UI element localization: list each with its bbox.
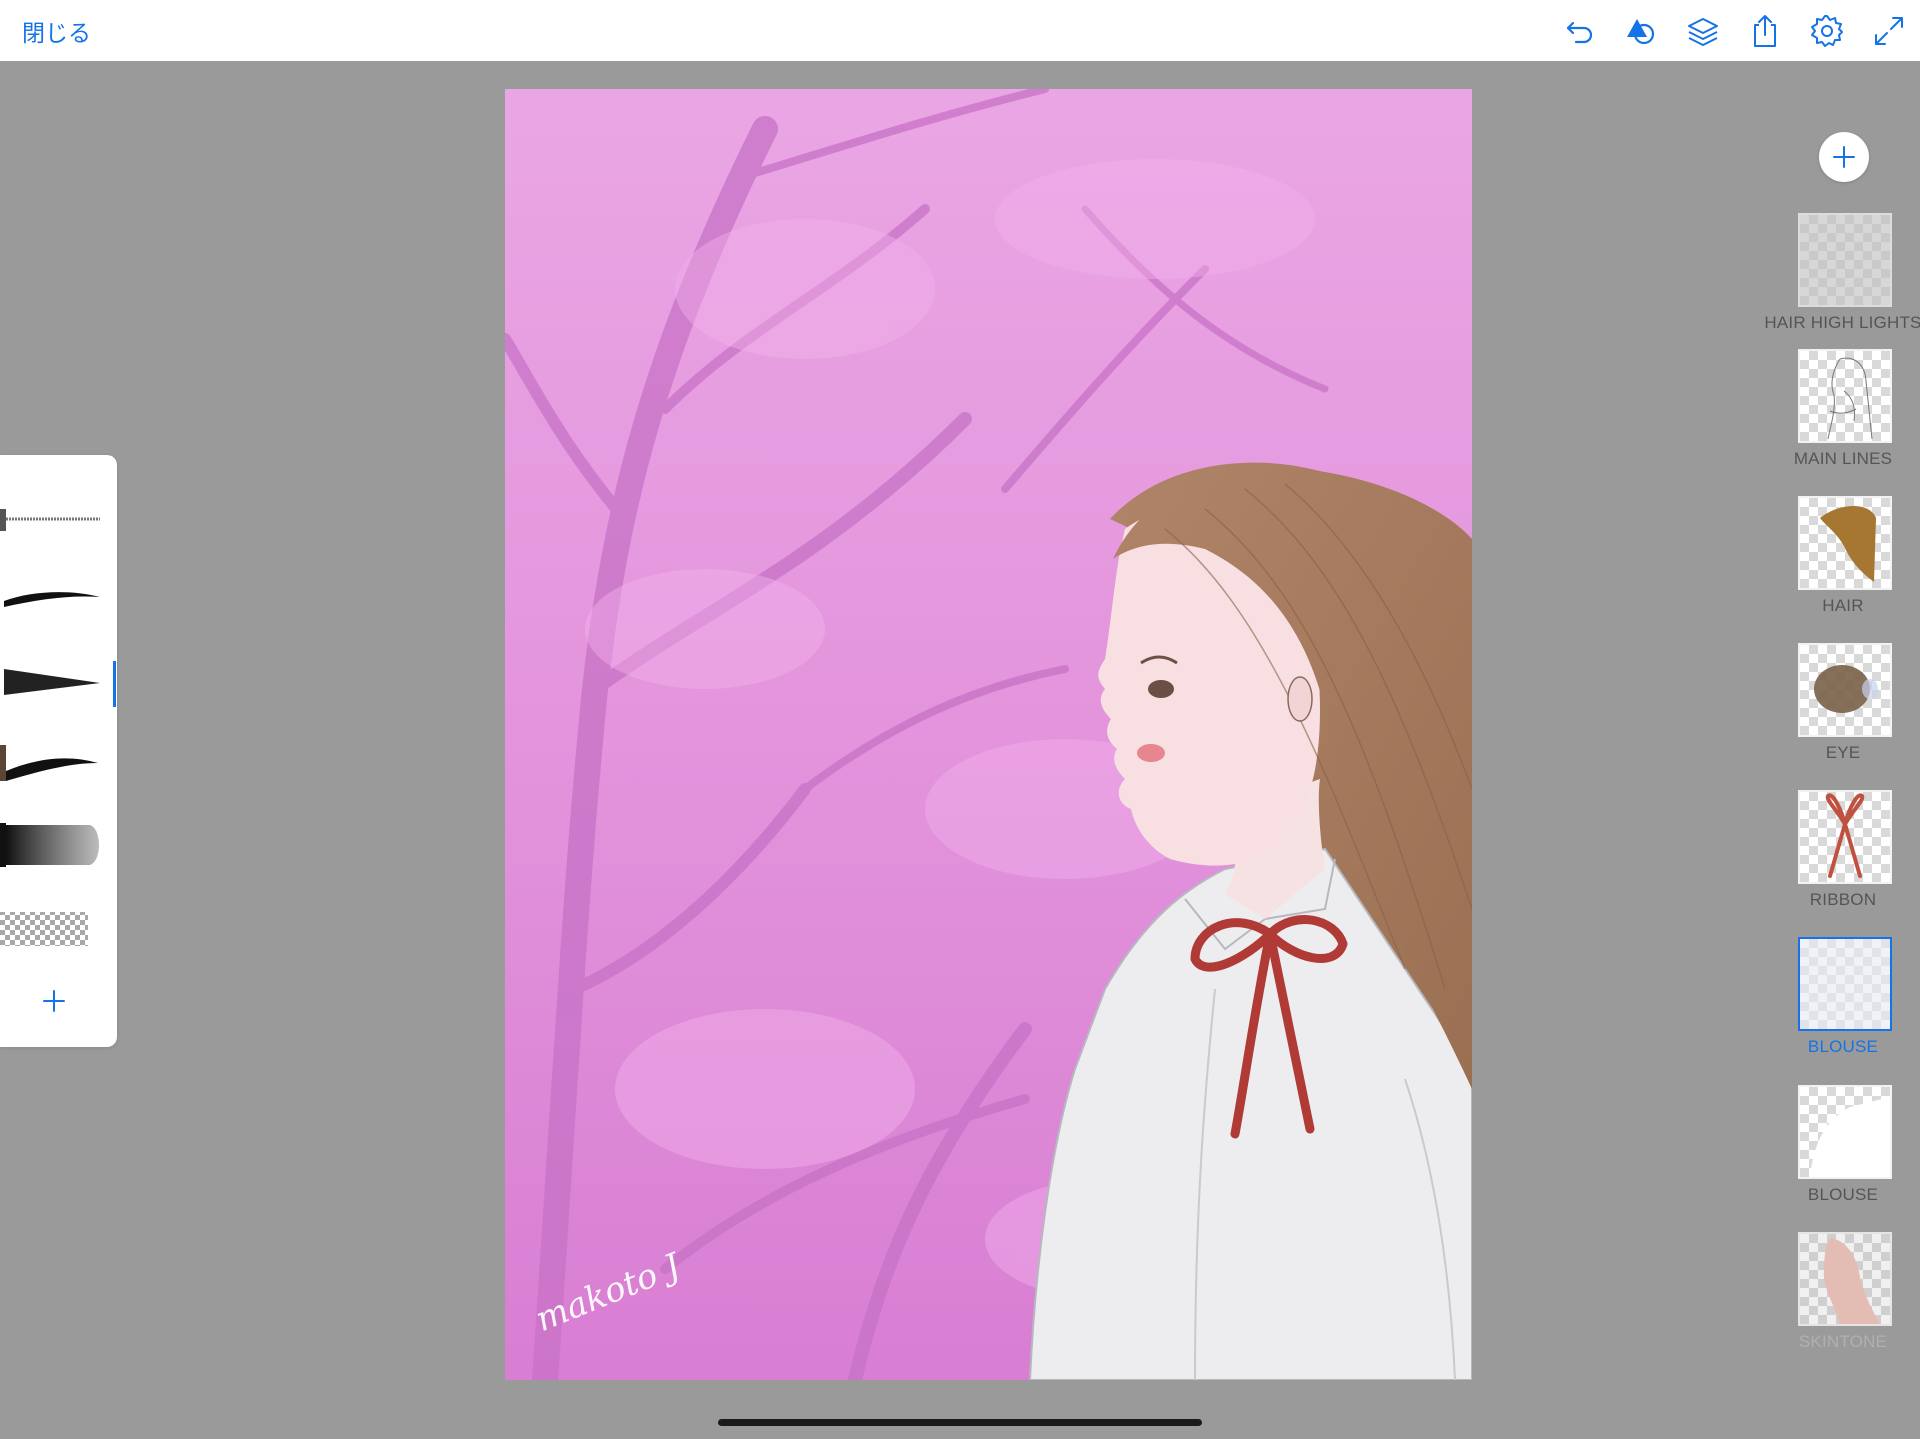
- settings-icon[interactable]: [1809, 13, 1845, 49]
- ear: [1287, 676, 1313, 722]
- tapered-ink-brush[interactable]: [0, 565, 105, 625]
- lips: [1137, 744, 1165, 762]
- layer-eye[interactable]: EYE: [1760, 643, 1920, 783]
- layer-blouse-selected[interactable]: BLOUSE: [1760, 937, 1920, 1077]
- artwork: [505, 89, 1472, 1380]
- share-icon[interactable]: [1747, 13, 1783, 49]
- brown-ink-brush[interactable]: [0, 733, 105, 793]
- home-indicator: [718, 1419, 1202, 1426]
- layer-main-lines[interactable]: MAIN LINES: [1760, 349, 1920, 489]
- add-layer-button[interactable]: [1819, 132, 1869, 182]
- layer-label: HAIR: [1822, 596, 1864, 615]
- wedge-marker-brush[interactable]: [0, 651, 105, 711]
- fullscreen-icon[interactable]: [1871, 13, 1907, 49]
- layer-label: BLOUSE: [1807, 1185, 1879, 1204]
- drawing-canvas[interactable]: makoto J: [505, 89, 1472, 1380]
- layer-label: MAIN LINES: [1793, 449, 1893, 468]
- layers-icon[interactable]: [1685, 13, 1721, 49]
- layer-blouse[interactable]: BLOUSE: [1760, 1085, 1920, 1225]
- layer-label: SKINTONE: [1798, 1332, 1888, 1351]
- layer-thumbnail: [1798, 213, 1892, 307]
- eraser-brush[interactable]: [0, 900, 105, 960]
- layer-thumbnail: [1798, 496, 1892, 590]
- add-brush-button[interactable]: [38, 985, 70, 1017]
- layer-ribbon[interactable]: RIBBON: [1760, 790, 1920, 930]
- layer-thumbnail: [1798, 349, 1892, 443]
- shapes-icon[interactable]: [1623, 13, 1659, 49]
- layer-thumbnail: [1798, 790, 1892, 884]
- selected-brush-indicator: [113, 661, 116, 707]
- layer-label: BLOUSE: [1807, 1037, 1879, 1056]
- layer-thumbnail: [1798, 1232, 1892, 1326]
- layer-thumbnail: [1798, 1085, 1892, 1179]
- layer-hair[interactable]: HAIR: [1760, 496, 1920, 636]
- layer-thumbnail: [1798, 643, 1892, 737]
- pixel-line-brush[interactable]: [0, 489, 105, 549]
- eye: [1148, 680, 1174, 698]
- layer-label: RIBBON: [1809, 890, 1877, 909]
- brush-panel: [0, 455, 117, 1047]
- top-toolbar: 閉じる: [0, 0, 1920, 61]
- close-button[interactable]: 閉じる: [22, 14, 91, 48]
- layer-skintone[interactable]: SKINTONE: [1760, 1232, 1920, 1372]
- layer-label: EYE: [1825, 743, 1861, 762]
- layer-thumbnail: [1798, 937, 1892, 1031]
- layer-hair-high-lights[interactable]: HAIR HIGH LIGHTS: [1760, 213, 1920, 353]
- undo-icon[interactable]: [1562, 13, 1598, 49]
- watercolor-wash-brush[interactable]: [0, 815, 105, 875]
- layer-label: HAIR HIGH LIGHTS: [1764, 313, 1920, 332]
